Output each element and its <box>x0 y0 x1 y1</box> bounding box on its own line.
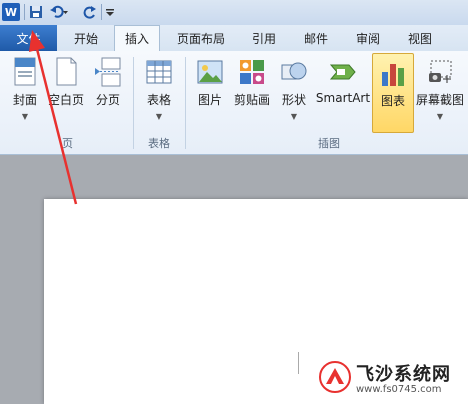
group-separator <box>185 57 186 149</box>
redo-icon[interactable] <box>82 3 98 21</box>
chevron-down-icon: ▼ <box>290 112 298 121</box>
toolbar-separator <box>101 4 102 20</box>
title-bar: W <box>0 0 468 25</box>
pages-group-label: 页 <box>62 137 73 150</box>
table-label: 表格 <box>146 93 171 107</box>
tab-view[interactable]: 视图 <box>398 25 442 51</box>
toolbar-separator <box>24 4 25 20</box>
smartart-label: SmartArt <box>315 91 371 105</box>
page-break-icon <box>94 57 122 87</box>
text-cursor <box>298 352 299 374</box>
picture-label: 图片 <box>197 93 222 107</box>
clip-art-button[interactable]: 剪贴画 <box>232 53 272 108</box>
illustrations-group-label: 插图 <box>318 137 340 150</box>
chart-label: 图表 <box>380 94 405 108</box>
cover-page-icon <box>11 57 39 87</box>
tab-review[interactable]: 审阅 <box>346 25 390 51</box>
watermark-url: www.fs0745.com <box>356 384 442 395</box>
watermark-title: 飞沙系统网 <box>356 364 451 385</box>
table-icon <box>145 57 173 87</box>
shapes-button[interactable]: 形状 ▼ <box>278 53 310 121</box>
ribbon-insert: 封面 ▼ 空白页 分页 页 表格 ▼ 表格 图片 剪贴画 形状 ▼ SmartA… <box>0 51 468 155</box>
page-break-label: 分页 <box>95 93 120 107</box>
clip-art-label: 剪贴画 <box>233 93 270 107</box>
tab-mailings[interactable]: 邮件 <box>294 25 338 51</box>
chevron-down-icon: ▼ <box>436 112 444 121</box>
cover-page-button[interactable]: 封面 ▼ <box>8 53 42 121</box>
tab-home[interactable]: 开始 <box>62 25 110 51</box>
chart-button[interactable]: 图表 <box>372 53 414 133</box>
word-icon[interactable]: W <box>2 3 20 21</box>
blank-page-icon <box>52 57 80 87</box>
screenshot-label: 屏幕截图 <box>415 93 464 107</box>
clip-art-icon <box>238 57 266 87</box>
shapes-label: 形状 <box>281 93 306 107</box>
chart-icon <box>379 58 407 88</box>
smartart-icon <box>329 57 357 87</box>
group-separator <box>133 57 134 149</box>
blank-page-label: 空白页 <box>47 93 84 107</box>
tab-references[interactable]: 引用 <box>242 25 286 51</box>
chevron-down-icon: ▼ <box>155 112 163 121</box>
picture-button[interactable]: 图片 <box>194 53 226 108</box>
tab-file[interactable]: 文件 <box>0 25 57 51</box>
fs-logo-icon <box>319 361 351 393</box>
table-button[interactable]: 表格 ▼ <box>142 53 176 121</box>
screenshot-icon <box>426 57 454 87</box>
tab-insert[interactable]: 插入 <box>114 25 160 51</box>
undo-icon[interactable] <box>48 3 70 21</box>
chevron-down-icon: ▼ <box>21 112 29 121</box>
tab-page-layout[interactable]: 页面布局 <box>166 25 236 51</box>
cover-page-label: 封面 <box>12 93 37 107</box>
tables-group-label: 表格 <box>148 137 170 150</box>
ribbon-tabs: 文件 开始 插入 页面布局 引用 邮件 审阅 视图 <box>0 25 468 52</box>
save-icon[interactable] <box>28 3 44 21</box>
screenshot-button[interactable]: 屏幕截图 ▼ <box>414 53 466 121</box>
watermark: 飞沙系统网 www.fs0745.com <box>318 356 468 404</box>
picture-icon <box>196 57 224 87</box>
smartart-button[interactable]: SmartArt <box>316 53 370 105</box>
customize-icon[interactable] <box>104 3 116 21</box>
blank-page-button[interactable]: 空白页 <box>46 53 86 108</box>
shapes-icon <box>280 57 308 87</box>
page-break-button[interactable]: 分页 <box>92 53 124 108</box>
